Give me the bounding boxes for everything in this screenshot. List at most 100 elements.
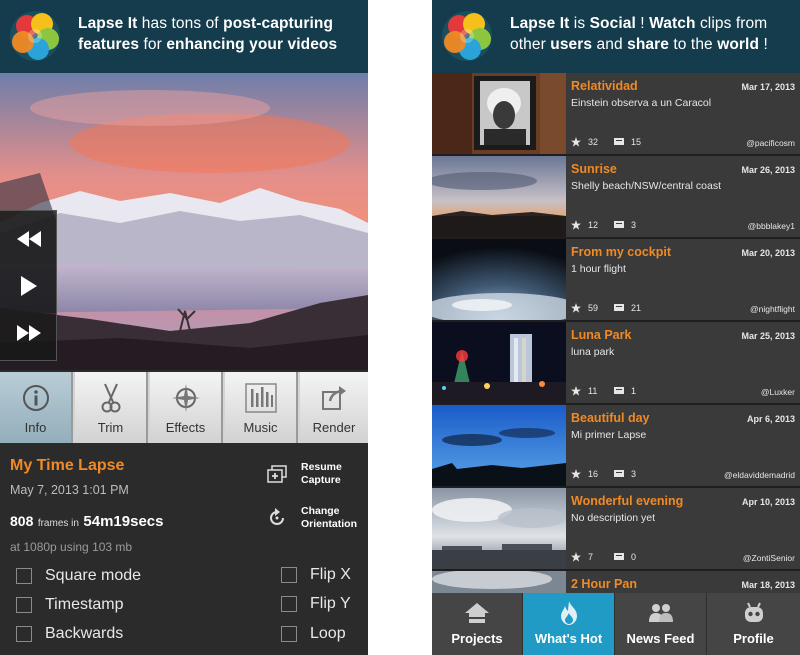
nav-label: What's Hot	[534, 631, 603, 646]
add-frames-icon	[267, 465, 287, 483]
clip-list-item[interactable]: 2 Hour Pan Mar 18, 2013	[432, 571, 800, 593]
clip-list-item[interactable]: Beautiful day Apr 6, 2013 Mi primer Laps…	[432, 405, 800, 486]
banner-text-segment: Lapse It	[510, 15, 570, 32]
clip-comments: 21	[631, 303, 642, 313]
clip-comments: 1	[631, 386, 637, 396]
tool-trim-button[interactable]: Trim	[75, 372, 148, 443]
nav-tab-whats-hot[interactable]: What's Hot	[523, 593, 615, 655]
tool-effects-button[interactable]: Effects	[150, 372, 223, 443]
checkbox-label: Square mode	[45, 567, 142, 584]
clip-list-item[interactable]: Sunrise Mar 26, 2013 Shelly beach/NSW/ce…	[432, 156, 800, 237]
clip-thumbnail	[432, 156, 566, 237]
star-icon	[571, 469, 581, 479]
banner-text-segment: !	[635, 15, 650, 32]
banner-text-segment: has tons of	[137, 15, 224, 32]
star-icon	[571, 137, 581, 147]
flame-icon	[560, 601, 577, 625]
nav-tab-news-feed[interactable]: News Feed	[615, 593, 707, 655]
clip-list-item[interactable]: Relatividad Mar 17, 2013 Einstein observ…	[432, 73, 800, 154]
clip-list-item[interactable]: From my cockpit Mar 20, 2013 1 hour flig…	[432, 239, 800, 320]
star-icon	[571, 303, 581, 313]
tool-render-button[interactable]: Render	[300, 372, 368, 443]
share-out-icon	[322, 386, 346, 410]
nav-tab-profile[interactable]: Profile	[707, 593, 800, 655]
clip-title[interactable]: 2 Hour Pan	[571, 577, 637, 591]
clip-description: Mi primer Lapse	[571, 429, 647, 441]
rewind-button[interactable]	[0, 214, 57, 264]
banner-text-segment: for	[139, 36, 167, 53]
flip-x-checkbox[interactable]: Flip X	[281, 566, 351, 584]
banner-text-segment: users	[550, 36, 593, 53]
clip-list-item[interactable]: Luna Park Mar 25, 2013 luna park 11 1 @L…	[432, 322, 800, 403]
timestamp-checkbox[interactable]: Timestamp	[16, 596, 124, 614]
project-info-panel: My Time Lapse May 7, 2013 1:01 PM 808 fr…	[0, 443, 368, 655]
clip-title[interactable]: Wonderful evening	[571, 494, 683, 508]
banner-text-segment: is	[569, 15, 590, 32]
banner-text-segment: enhancing your videos	[166, 36, 338, 53]
tool-label: Info	[24, 420, 47, 435]
flip-y-checkbox[interactable]: Flip Y	[281, 595, 351, 613]
banner-text-segment: Lapse It	[78, 15, 138, 32]
clip-date: Mar 26, 2013	[741, 165, 795, 175]
nav-label: Projects	[451, 631, 503, 646]
fast-forward-icon	[16, 325, 41, 341]
clip-thumbnail	[432, 239, 566, 320]
tool-info-button[interactable]: Info	[0, 372, 73, 443]
video-preview[interactable]	[0, 73, 368, 370]
project-frames-summary: 808 frames in 54m19secs	[10, 513, 163, 531]
promo-banner: Lapse It has tons of post-capturing feat…	[0, 0, 368, 73]
clip-list-item[interactable]: Wonderful evening Apr 10, 2013 No descri…	[432, 488, 800, 569]
star-icon	[571, 552, 581, 562]
fast-forward-button[interactable]	[0, 308, 57, 358]
clip-title[interactable]: From my cockpit	[571, 245, 671, 259]
clip-username[interactable]: @eldaviddemadrid	[724, 470, 795, 480]
clip-date: Apr 6, 2013	[746, 414, 795, 424]
nav-tab-projects[interactable]: Projects	[432, 593, 523, 655]
clip-username[interactable]: @bbblakey1	[748, 221, 795, 231]
banner-text-segment: to the	[668, 36, 718, 53]
tool-music-button[interactable]: Music	[225, 372, 298, 443]
clip-description: Einstein observa a un Caracol	[571, 97, 712, 109]
clip-title[interactable]: Relatividad	[571, 79, 638, 93]
resume-capture-button[interactable]: Resume Capture	[266, 461, 342, 487]
resume-label-line2: Capture	[301, 474, 341, 486]
change-orientation-button[interactable]: Change Orientation	[266, 505, 357, 531]
clip-username[interactable]: @ZontiSenior	[743, 553, 795, 563]
house-icon	[465, 603, 489, 623]
clip-thumbnail	[432, 405, 566, 486]
backwards-checkbox[interactable]: Backwards	[16, 625, 123, 643]
tool-label: Effects	[165, 420, 206, 435]
project-date: May 7, 2013 1:01 PM	[10, 483, 129, 497]
nav-label: Profile	[733, 631, 774, 646]
banner-text-segment: features	[78, 36, 140, 53]
frames-count: 808	[10, 513, 34, 529]
clips-feed[interactable]: Relatividad Mar 17, 2013 Einstein observ…	[432, 73, 800, 593]
project-title: My Time Lapse	[10, 457, 125, 474]
clip-username[interactable]: @pacificosm	[746, 138, 795, 148]
checkbox-label: Flip Y	[310, 595, 351, 612]
banner-text-segment: !	[759, 36, 768, 53]
nav-label: News Feed	[626, 631, 695, 646]
clip-title[interactable]: Luna Park	[571, 328, 631, 342]
tool-label: Trim	[97, 420, 124, 435]
square-mode-checkbox[interactable]: Square mode	[16, 567, 141, 585]
play-button[interactable]	[0, 261, 57, 311]
rewind-icon	[16, 231, 41, 247]
clip-title[interactable]: Beautiful day	[571, 411, 650, 425]
clip-username[interactable]: @Luxker	[761, 387, 795, 397]
clip-username[interactable]: @nightflight	[750, 304, 795, 314]
banner-text-segment: and	[592, 36, 628, 53]
clip-description: 1 hour flight	[571, 263, 626, 275]
clip-title[interactable]: Sunrise	[571, 162, 617, 176]
loop-checkbox[interactable]: Loop	[281, 625, 346, 643]
checkbox-label: Timestamp	[45, 596, 124, 613]
comment-icon	[614, 470, 624, 477]
clip-stats: 12 3	[571, 220, 636, 230]
comment-icon	[614, 387, 624, 394]
frames-in-label: frames in	[37, 518, 79, 529]
promo-banner: Lapse It is Social ! Watch clips from ot…	[432, 0, 800, 73]
clip-stats: 59 21	[571, 303, 641, 313]
clip-thumbnail	[432, 322, 566, 403]
clip-stats: 16 3	[571, 469, 636, 479]
clip-comments: 0	[631, 552, 637, 562]
